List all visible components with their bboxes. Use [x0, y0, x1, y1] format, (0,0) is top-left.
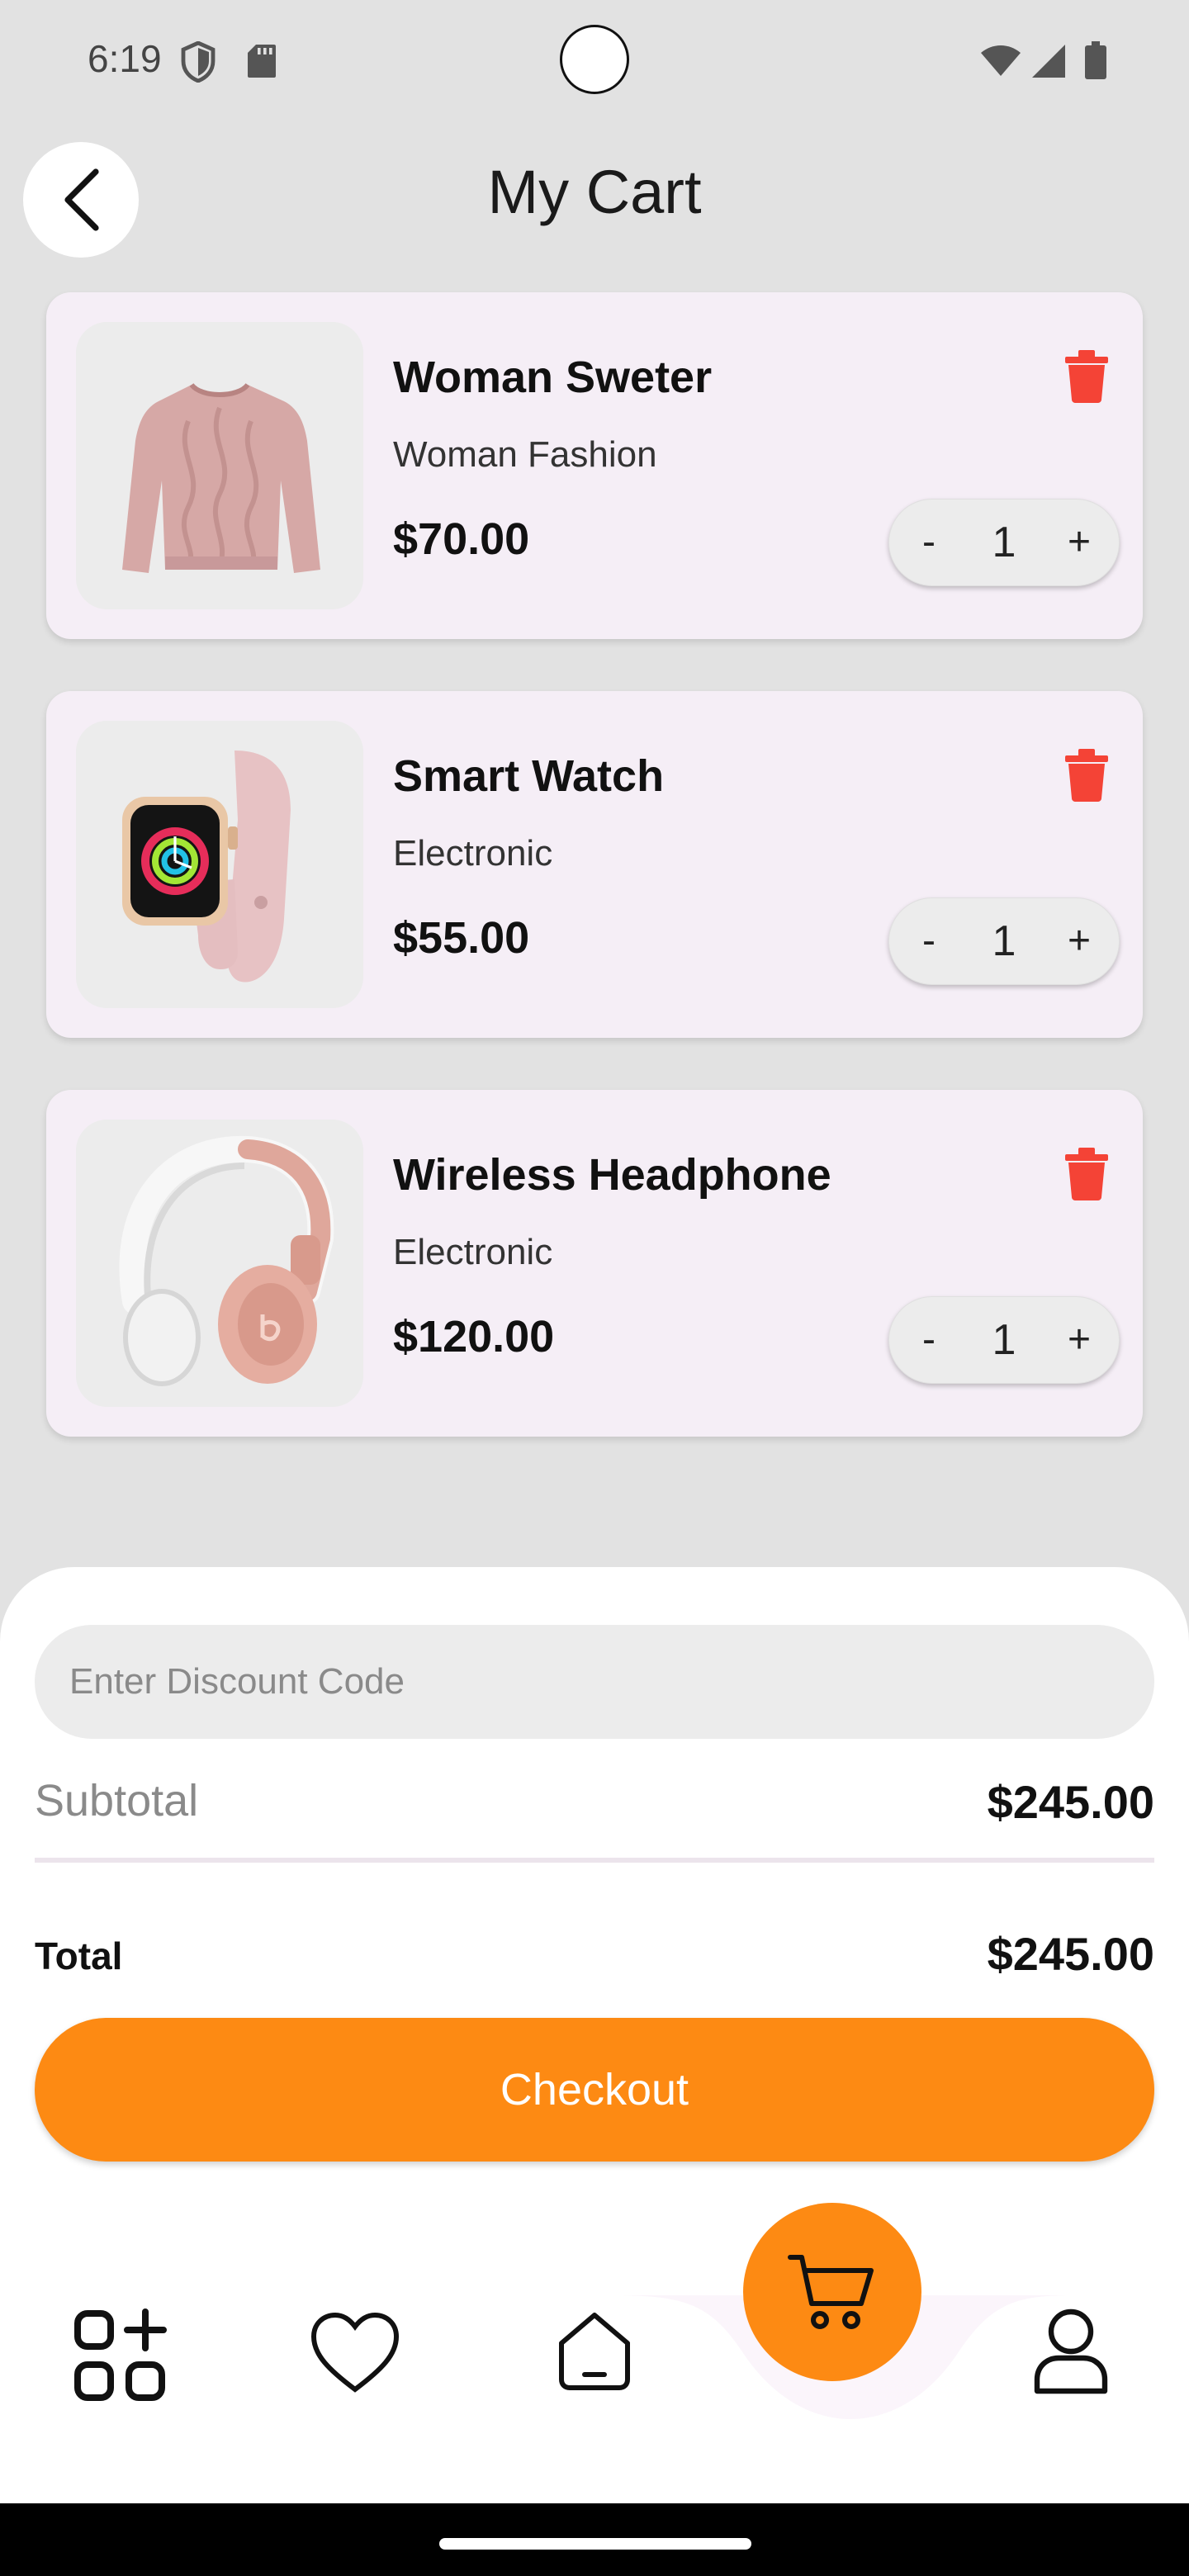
cart-item: Wireless Headphone Electronic $120.00 - … — [46, 1090, 1143, 1437]
shield-icon — [181, 41, 216, 83]
cart-icon — [788, 2255, 874, 2329]
product-price: $70.00 — [393, 514, 530, 564]
total-value: $245.00 — [987, 1928, 1154, 1980]
home-gesture-handle[interactable] — [439, 2538, 751, 2550]
increase-quantity-button[interactable]: + — [1050, 1296, 1108, 1384]
trash-icon[interactable] — [1062, 348, 1111, 403]
checkout-button[interactable]: Checkout — [35, 2018, 1154, 2162]
product-image[interactable] — [76, 322, 363, 609]
product-image[interactable] — [76, 721, 363, 1008]
decrease-quantity-button[interactable]: - — [900, 897, 958, 985]
wifi-icon — [981, 45, 1021, 76]
product-category: Electronic — [393, 833, 553, 874]
product-price: $55.00 — [393, 913, 530, 963]
total-label: Total — [35, 1934, 123, 1977]
smartwatch-image — [76, 721, 363, 1008]
decrease-quantity-button[interactable]: - — [900, 499, 958, 586]
trash-icon[interactable] — [1062, 1146, 1111, 1200]
decrease-quantity-button[interactable]: - — [900, 1296, 958, 1384]
sd-card-icon — [248, 45, 276, 78]
cart-item: Smart Watch Electronic $55.00 - 1 + — [46, 691, 1143, 1038]
quantity-stepper: - 1 + — [888, 1296, 1120, 1384]
product-name: Smart Watch — [393, 751, 665, 801]
signal-icon — [1032, 45, 1065, 78]
subtotal-value: $245.00 — [987, 1776, 1154, 1828]
cart-nav-button[interactable] — [743, 2203, 921, 2381]
discount-code-input[interactable] — [35, 1625, 1154, 1739]
heart-icon[interactable] — [309, 2310, 401, 2396]
bottom-navigation — [0, 2180, 1189, 2503]
product-name: Wireless Headphone — [393, 1150, 831, 1200]
summary-divider — [35, 1858, 1154, 1863]
quantity-stepper: - 1 + — [888, 499, 1120, 586]
camera-cutout — [560, 25, 629, 94]
profile-icon[interactable] — [1032, 2307, 1110, 2398]
product-image[interactable] — [76, 1120, 363, 1407]
battery-icon — [1085, 41, 1106, 79]
home-icon[interactable] — [555, 2310, 634, 2393]
increase-quantity-button[interactable]: + — [1050, 499, 1108, 586]
quantity-stepper: - 1 + — [888, 897, 1120, 985]
subtotal-label: Subtotal — [35, 1776, 199, 1825]
system-gesture-bar — [0, 2503, 1189, 2576]
quantity-value: 1 — [992, 917, 1016, 965]
apps-icon[interactable] — [73, 2308, 167, 2403]
quantity-value: 1 — [992, 519, 1016, 566]
cart-item: Woman Sweter Woman Fashion $70.00 - 1 + — [46, 292, 1143, 639]
increase-quantity-button[interactable]: + — [1050, 897, 1108, 985]
product-category: Electronic — [393, 1232, 553, 1272]
headphone-image — [76, 1120, 363, 1407]
product-name: Woman Sweter — [393, 353, 713, 402]
product-category: Woman Fashion — [393, 434, 657, 475]
status-time: 6:19 — [88, 37, 162, 80]
sweater-image — [76, 322, 363, 609]
quantity-value: 1 — [992, 1316, 1016, 1364]
trash-icon[interactable] — [1062, 747, 1111, 802]
page-title: My Cart — [487, 158, 702, 226]
status-bar: 6:19 — [0, 0, 1189, 116]
product-price: $120.00 — [393, 1312, 555, 1361]
